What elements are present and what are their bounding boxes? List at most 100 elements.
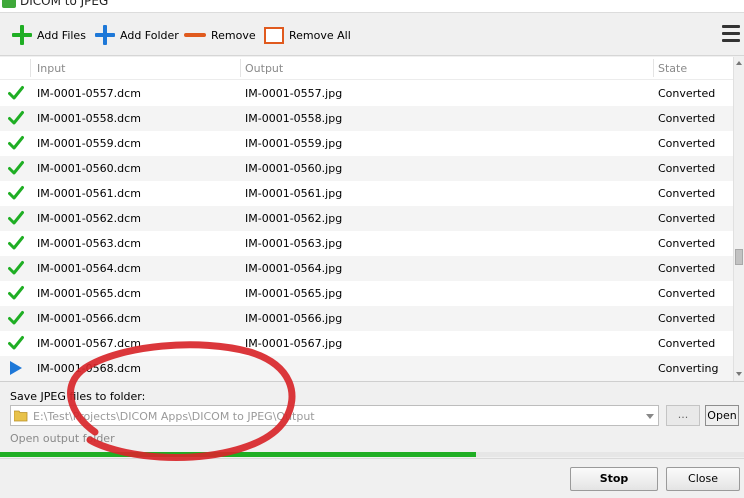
progress-bar xyxy=(0,452,744,457)
list-header: Input Output State xyxy=(0,57,733,80)
cell-input: IM-0001-0560.dcm xyxy=(37,162,141,175)
cell-output: IM-0001-0566.jpg xyxy=(245,312,343,325)
plus-icon xyxy=(12,25,32,45)
scroll-up-icon[interactable] xyxy=(736,61,742,65)
cell-state: Converted xyxy=(658,237,716,250)
cell-output: IM-0001-0557.jpg xyxy=(245,87,343,100)
remove-all-label: Remove All xyxy=(289,28,351,42)
scroll-thumb[interactable] xyxy=(735,249,743,265)
table-row[interactable]: IM-0001-0560.dcm IM-0001-0560.jpg Converte… xyxy=(0,156,733,181)
cell-state: Converted xyxy=(658,162,716,175)
cell-output: IM-0001-0567.jpg xyxy=(245,337,343,350)
column-divider[interactable] xyxy=(30,59,31,77)
cell-input: IM-0001-0566.dcm xyxy=(37,312,141,325)
table-row[interactable]: IM-0001-0559.dcm IM-0001-0559.jpg Converte… xyxy=(0,131,733,156)
output-folder-combobox[interactable]: E:\Test\Projects\DICOM Apps\DICOM to JPE… xyxy=(10,405,659,426)
column-header-input[interactable]: Input xyxy=(37,62,65,75)
check-icon xyxy=(8,160,26,177)
scroll-down-icon[interactable] xyxy=(736,372,742,376)
window-title: DICOM to JPEG xyxy=(20,0,109,8)
vertical-scrollbar[interactable] xyxy=(733,57,744,381)
column-divider[interactable] xyxy=(240,59,241,77)
folder-icon xyxy=(14,410,28,422)
cell-output: IM-0001-0562.jpg xyxy=(245,212,343,225)
cell-input: IM-0001-0564.dcm xyxy=(37,262,141,275)
plus-icon xyxy=(95,25,115,45)
table-row[interactable]: IM-0001-0562.dcm IM-0001-0562.jpg Converte… xyxy=(0,206,733,231)
cell-output: IM-0001-0565.jpg xyxy=(245,287,343,300)
table-row[interactable]: IM-0001-0566.dcm IM-0001-0566.jpg Converte… xyxy=(0,306,733,331)
stop-button[interactable]: Stop xyxy=(570,467,658,491)
check-icon xyxy=(8,310,26,327)
cell-output: IM-0001-0560.jpg xyxy=(245,162,343,175)
table-row[interactable]: IM-0001-0565.dcm IM-0001-0565.jpg Converte… xyxy=(0,281,733,306)
open-button[interactable]: Open xyxy=(705,405,739,426)
cell-output: IM-0001-0559.jpg xyxy=(245,137,343,150)
cell-output: IM-0001-0561.jpg xyxy=(245,187,343,200)
cell-output: IM-0001-0564.jpg xyxy=(245,262,343,275)
add-files-label: Add Files xyxy=(37,28,86,42)
menu-icon[interactable] xyxy=(722,24,740,44)
check-icon xyxy=(8,235,26,252)
play-icon xyxy=(8,360,26,377)
cell-input: IM-0001-0565.dcm xyxy=(37,287,141,300)
cell-input: IM-0001-0561.dcm xyxy=(37,187,141,200)
cell-state: Converted xyxy=(658,87,716,100)
check-icon xyxy=(8,135,26,152)
cell-state: Converted xyxy=(658,187,716,200)
column-header-output[interactable]: Output xyxy=(245,62,283,75)
remove-all-button[interactable]: Remove All xyxy=(264,14,351,56)
open-output-folder-link[interactable]: Open output folder xyxy=(10,432,115,445)
minus-icon xyxy=(184,33,206,37)
check-icon xyxy=(8,335,26,352)
footer: Stop Close xyxy=(0,458,744,498)
table-row[interactable]: IM-0001-0568.dcm Converting xyxy=(0,356,733,381)
cell-output: IM-0001-0563.jpg xyxy=(245,237,343,250)
cell-state: Converting xyxy=(658,362,719,375)
cell-input: IM-0001-0562.dcm xyxy=(37,212,141,225)
check-icon xyxy=(8,285,26,302)
toolbar: Add Files Add Folder Remove Remove All xyxy=(0,14,744,56)
app-icon xyxy=(2,0,16,8)
table-row[interactable]: IM-0001-0563.dcm IM-0001-0563.jpg Converte… xyxy=(0,231,733,256)
check-icon xyxy=(8,85,26,102)
cell-input: IM-0001-0558.dcm xyxy=(37,112,141,125)
list-rows: IM-0001-0557.dcm IM-0001-0557.jpg Converte… xyxy=(0,81,733,381)
cell-input: IM-0001-0557.dcm xyxy=(37,87,141,100)
title-bar: DICOM to JPEG xyxy=(0,0,744,13)
file-list[interactable]: Input Output State IM-0001-0557.dcm IM-00… xyxy=(0,57,744,382)
cell-output: IM-0001-0558.jpg xyxy=(245,112,343,125)
add-folder-label: Add Folder xyxy=(120,28,179,42)
table-row[interactable]: IM-0001-0567.dcm IM-0001-0567.jpg Converte… xyxy=(0,331,733,356)
cell-state: Converted xyxy=(658,312,716,325)
column-divider[interactable] xyxy=(653,59,654,77)
cell-input: IM-0001-0563.dcm xyxy=(37,237,141,250)
add-folder-button[interactable]: Add Folder xyxy=(95,14,179,56)
progress-fill xyxy=(0,452,477,457)
chevron-down-icon[interactable] xyxy=(646,414,654,419)
check-icon xyxy=(8,260,26,277)
close-button[interactable]: Close xyxy=(666,467,740,491)
check-icon xyxy=(8,110,26,127)
column-header-state[interactable]: State xyxy=(658,62,687,75)
output-folder-path: E:\Test\Projects\DICOM Apps\DICOM to JPE… xyxy=(33,410,315,423)
table-row[interactable]: IM-0001-0564.dcm IM-0001-0564.jpg Converte… xyxy=(0,256,733,281)
cell-state: Converted xyxy=(658,262,716,275)
remove-label: Remove xyxy=(211,28,256,42)
remove-button[interactable]: Remove xyxy=(184,14,256,56)
cell-state: Converted xyxy=(658,112,716,125)
cell-state: Converted xyxy=(658,137,716,150)
cell-state: Converted xyxy=(658,337,716,350)
cell-input: IM-0001-0568.dcm xyxy=(37,362,141,375)
browse-button[interactable]: ... xyxy=(666,405,700,426)
check-icon xyxy=(8,185,26,202)
add-files-button[interactable]: Add Files xyxy=(12,14,86,56)
cell-state: Converted xyxy=(658,212,716,225)
table-row[interactable]: IM-0001-0561.dcm IM-0001-0561.jpg Converte… xyxy=(0,181,733,206)
cell-input: IM-0001-0559.dcm xyxy=(37,137,141,150)
save-folder-label: Save JPEG files to folder: xyxy=(10,390,146,403)
table-row[interactable]: IM-0001-0558.dcm IM-0001-0558.jpg Converte… xyxy=(0,106,733,131)
table-row[interactable]: IM-0001-0557.dcm IM-0001-0557.jpg Converte… xyxy=(0,81,733,106)
cell-state: Converted xyxy=(658,287,716,300)
remove-all-icon xyxy=(264,26,284,44)
